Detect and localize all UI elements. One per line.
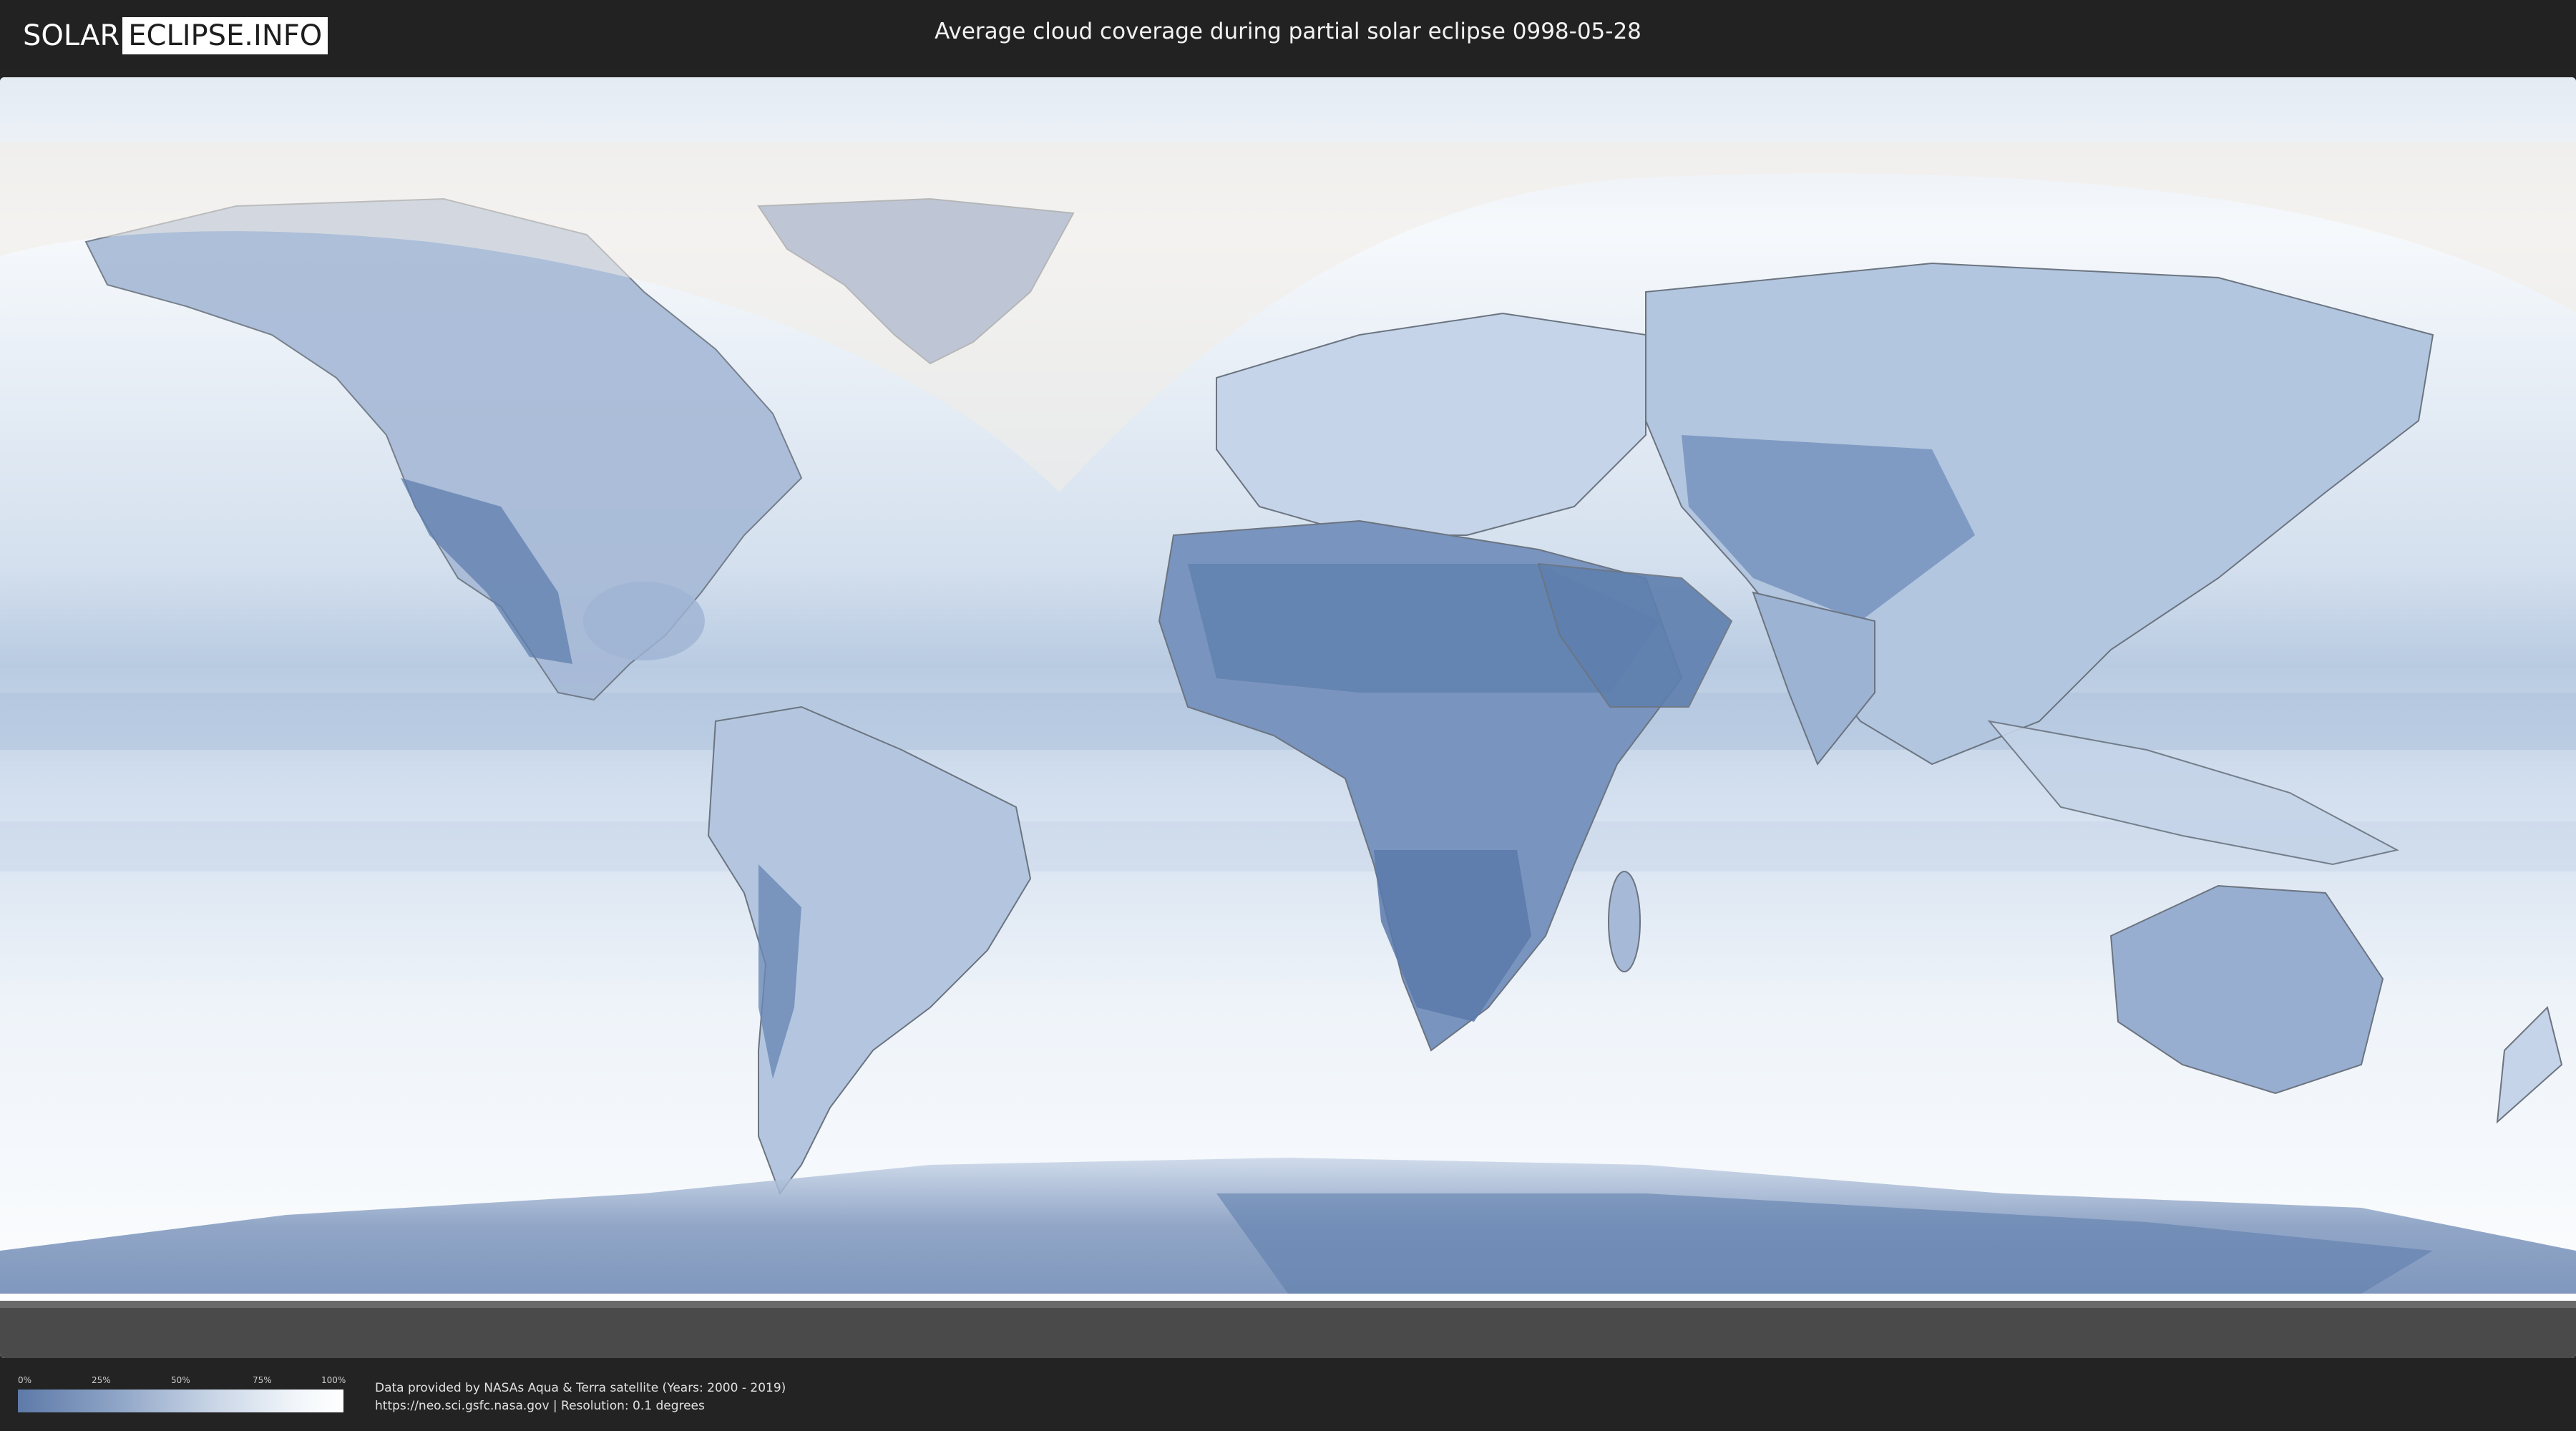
header-bar: SOLAR ECLIPSE.INFO Average cloud coverag… (0, 0, 2576, 70)
legend-gradient-bar (18, 1390, 343, 1412)
cloud-coverage-map[interactable] (0, 77, 2576, 1358)
credits-line-1: Data provided by NASAs Aqua & Terra sate… (375, 1381, 786, 1395)
data-credits: Data provided by NASAs Aqua & Terra sate… (375, 1379, 786, 1415)
legend-tick-0: 0% (18, 1375, 32, 1385)
legend-tick-100: 100% (321, 1375, 346, 1385)
legend-tick-50: 50% (171, 1375, 190, 1385)
credits-line-2[interactable]: https://neo.sci.gsfc.nasa.gov | Resoluti… (375, 1397, 786, 1415)
page-title: Average cloud coverage during partial so… (935, 19, 1641, 44)
bottom-edge-band (0, 1301, 2576, 1358)
footer-bar: 0% 25% 50% 75% 100% Data provided by NAS… (0, 1358, 2576, 1431)
legend-tick-25: 25% (92, 1375, 111, 1385)
app-root: SOLAR ECLIPSE.INFO Average cloud coverag… (0, 0, 2576, 1431)
cloud-coverage-legend: 0% 25% 50% 75% 100% (18, 1375, 346, 1412)
world-map-icon (0, 77, 2576, 1358)
legend-tick-75: 75% (253, 1375, 272, 1385)
